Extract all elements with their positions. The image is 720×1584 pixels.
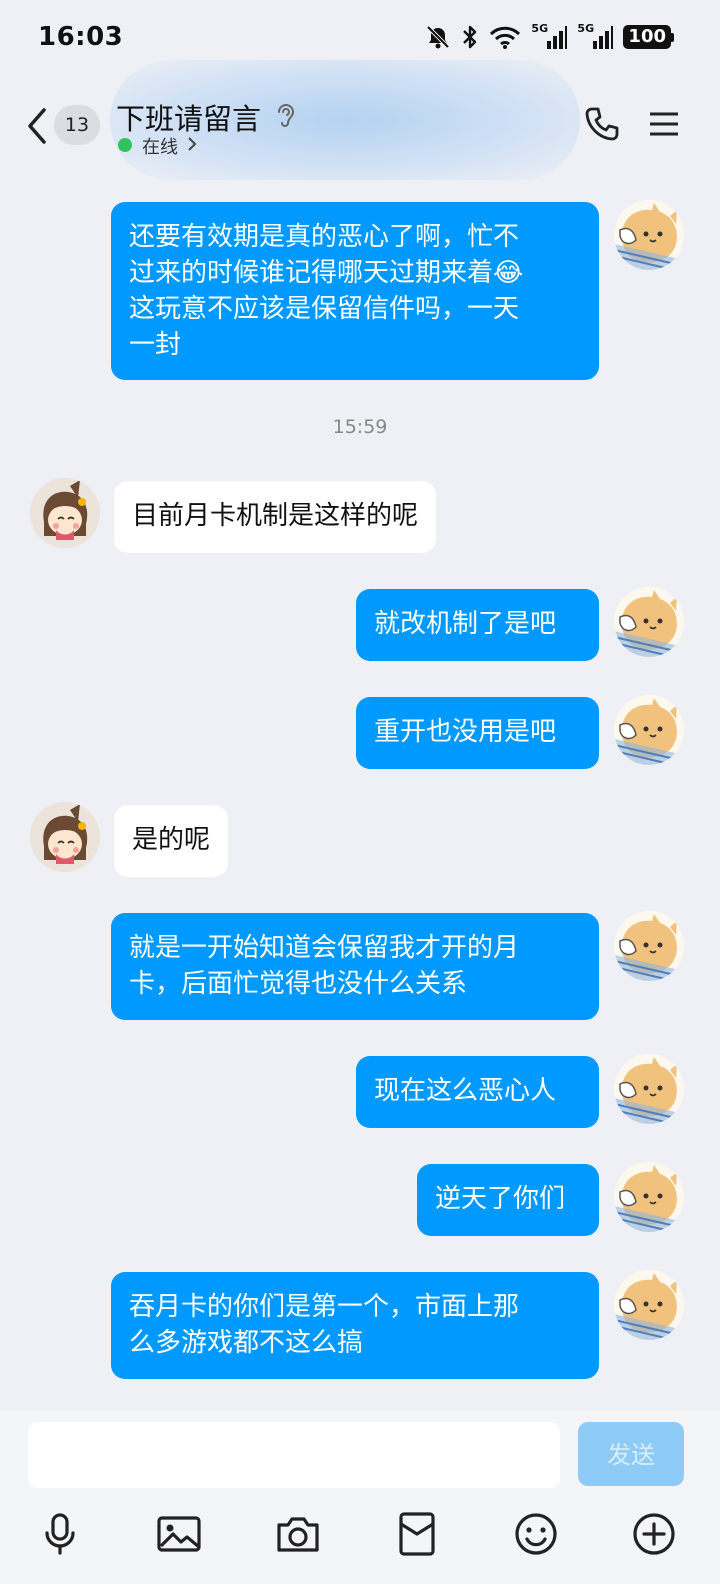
my-avatar[interactable]	[614, 1270, 684, 1340]
message-line: 么多游戏都不这么搞	[129, 1328, 364, 1358]
back-button[interactable]	[22, 102, 56, 150]
mute-bell-icon	[425, 24, 451, 50]
message-bubble-outgoing[interactable]: 吞月卡的你们是第一个，市面上那 么多游戏都不这么搞	[111, 1272, 599, 1379]
battery-icon: 100	[623, 25, 674, 49]
message-bubble-outgoing[interactable]: 就是一开始知道会保留我才开的月 卡，后面忙觉得也没什么关系	[111, 913, 599, 1020]
bluetooth-icon	[461, 24, 479, 50]
phone-icon	[585, 107, 619, 141]
plus-icon[interactable]	[630, 1510, 678, 1558]
input-area: 发送	[0, 1410, 720, 1584]
message-line: 现在这么恶心人	[374, 1076, 557, 1106]
message-line: 还要有效期是真的恶心了啊，忙不	[129, 222, 520, 252]
mic-icon[interactable]	[36, 1510, 84, 1558]
emoji-icon[interactable]	[512, 1510, 560, 1558]
my-avatar[interactable]	[614, 587, 684, 657]
message-line: 是的呢	[132, 825, 211, 855]
cellular-signal-icon-2: 5G	[577, 22, 614, 50]
message-line: 这玩意不应该是保留信件吗，一天	[129, 294, 520, 324]
contact-avatar[interactable]	[30, 802, 100, 872]
message-bubble-outgoing[interactable]: 逆天了你们	[417, 1164, 599, 1236]
message-line: 一封	[129, 330, 182, 360]
message-line: 吞月卡的你们是第一个，市面上那	[129, 1292, 520, 1322]
chat-title[interactable]: 下班请留言	[116, 96, 261, 138]
camera-icon[interactable]	[274, 1510, 322, 1558]
image-icon[interactable]	[155, 1510, 203, 1558]
message-bubble-outgoing[interactable]: 还要有效期是真的恶心了啊，忙不 过来的时候谁记得哪天过期来着😂 这玩意不应该是保…	[111, 202, 599, 380]
phone-call-button[interactable]	[582, 104, 622, 148]
contact-avatar[interactable]	[30, 478, 100, 548]
my-avatar[interactable]	[614, 1162, 684, 1232]
unread-badge[interactable]: 13	[54, 105, 100, 145]
status-time: 16:03	[38, 22, 124, 52]
my-avatar[interactable]	[614, 911, 684, 981]
status-icons: 5G 5G 100	[425, 22, 674, 50]
message-input[interactable]	[28, 1422, 560, 1488]
ear-icon[interactable]	[274, 100, 296, 134]
message-line: 过来的时候谁记得哪天过期来着😂	[129, 258, 524, 288]
send-button[interactable]: 发送	[578, 1422, 684, 1486]
chevron-right-icon[interactable]	[186, 136, 198, 156]
my-avatar[interactable]	[614, 1054, 684, 1124]
chat-header: 13 下班请留言 在线	[0, 60, 720, 180]
wifi-icon	[489, 25, 521, 49]
my-avatar[interactable]	[614, 695, 684, 765]
online-status-dot	[118, 138, 132, 152]
message-bubble-incoming[interactable]: 是的呢	[114, 805, 229, 877]
battery-level: 100	[623, 25, 671, 49]
message-bubble-outgoing[interactable]: 现在这么恶心人	[356, 1056, 599, 1128]
message-line: 目前月卡机制是这样的呢	[132, 501, 419, 531]
message-line: 就是一开始知道会保留我才开的月	[129, 933, 520, 963]
hamburger-menu-icon	[650, 112, 678, 136]
menu-button[interactable]	[646, 106, 682, 146]
my-avatar[interactable]	[614, 200, 684, 270]
message-line: 重开也没用是吧	[374, 717, 557, 747]
back-arrow-icon	[28, 108, 46, 144]
message-bubble-outgoing[interactable]: 重开也没用是吧	[356, 697, 599, 769]
message-line: 就改机制了是吧	[374, 609, 557, 639]
online-status-text[interactable]: 在线	[142, 133, 178, 159]
message-timestamp: 15:59	[332, 416, 388, 438]
message-line: 逆天了你们	[435, 1184, 566, 1214]
message-bubble-incoming[interactable]: 目前月卡机制是这样的呢	[114, 481, 437, 553]
message-bubble-outgoing[interactable]: 就改机制了是吧	[356, 589, 599, 661]
message-line: 卡，后面忙觉得也没什么关系	[129, 969, 468, 999]
red-packet-icon[interactable]	[393, 1510, 441, 1558]
cellular-signal-icon-1: 5G	[531, 22, 568, 50]
